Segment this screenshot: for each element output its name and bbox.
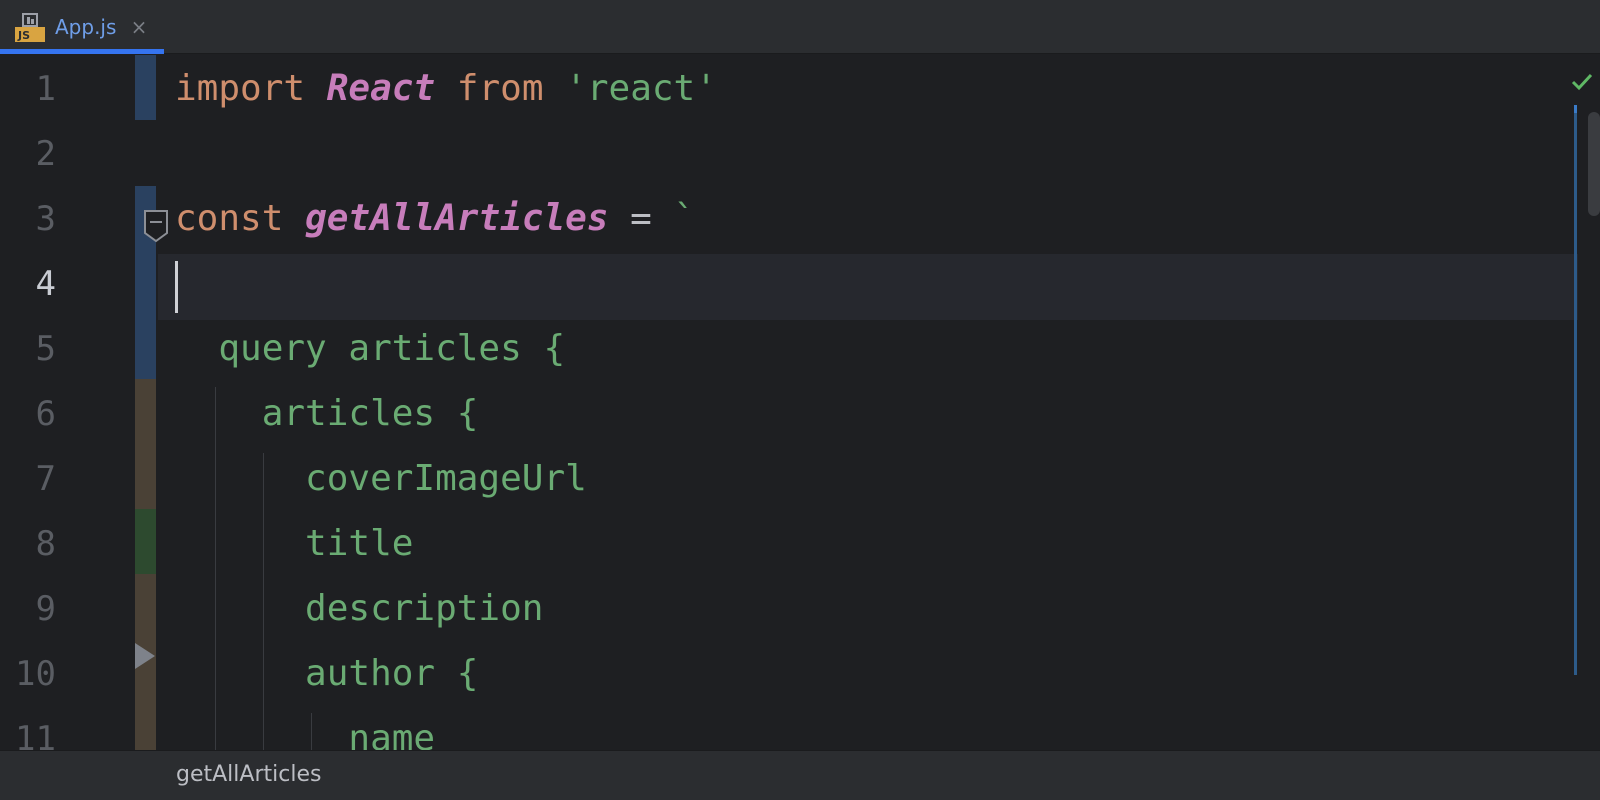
line-number: 7 <box>35 459 56 499</box>
breadcrumb-item-getallarticles[interactable]: getAllArticles <box>176 761 321 789</box>
tab-label: App.js <box>55 15 117 39</box>
line-number: 6 <box>35 394 56 434</box>
vcs-modified-marker[interactable] <box>135 55 156 120</box>
breadcrumb: getAllArticles <box>0 750 1600 800</box>
code-token: query articles { <box>175 328 566 369</box>
code-token: = <box>608 198 674 239</box>
code-line: query articles { <box>175 316 565 382</box>
bookmark-arrow-icon[interactable] <box>133 639 157 673</box>
line-number: 3 <box>35 199 56 239</box>
code-token: articles { <box>175 393 479 434</box>
code-token: ` <box>673 198 696 239</box>
line-number: 4 <box>35 264 56 304</box>
checkmark-icon[interactable] <box>1570 70 1594 94</box>
code-token: author { <box>175 653 479 694</box>
error-stripe-marker[interactable] <box>1574 105 1577 113</box>
code-token: 'react' <box>565 68 717 109</box>
js-file-icon: JS <box>15 13 45 42</box>
code-token: name <box>175 718 436 750</box>
editor-tab-bar: JS App.js × <box>0 0 1600 54</box>
code-token: import <box>175 68 306 109</box>
line-number: 9 <box>35 589 56 629</box>
tab-app-js[interactable]: JS App.js × <box>0 0 164 54</box>
code-line: articles { <box>175 381 479 447</box>
code-token: title <box>175 523 414 564</box>
line-number: 1 <box>35 69 56 109</box>
code-token: const <box>175 198 284 239</box>
code-line: import React from 'react' <box>175 56 717 122</box>
text-caret <box>175 261 178 313</box>
line-number: 2 <box>35 134 56 174</box>
editor-gutter: 1 2 3 4 5 6 7 8 9 10 11 <box>0 55 168 750</box>
code-line: coverImageUrl <box>175 446 587 512</box>
line-number: 8 <box>35 524 56 564</box>
code-token: React <box>326 68 436 109</box>
code-line: description <box>175 576 543 642</box>
code-line: const getAllArticles = ` <box>175 186 695 252</box>
vcs-changed-marker[interactable] <box>135 379 156 509</box>
code-token: from <box>456 68 544 109</box>
code-token: coverImageUrl <box>175 458 587 499</box>
vcs-added-marker[interactable] <box>135 509 156 574</box>
line-number: 5 <box>35 329 56 369</box>
code-line: name <box>175 706 435 750</box>
line-number: 10 <box>15 654 56 694</box>
line-number: 11 <box>15 719 56 750</box>
code-token: getAllArticles <box>305 198 609 239</box>
js-file-icon-label: JS <box>17 29 30 42</box>
close-icon[interactable]: × <box>128 16 150 38</box>
code-area[interactable]: import React from 'react' const getAllArt… <box>158 55 1578 750</box>
code-line: author { <box>175 641 478 707</box>
code-editor[interactable]: 1 2 3 4 5 6 7 8 9 10 11 import React from 'react' c… <box>0 55 1600 750</box>
code-token: description <box>175 588 544 629</box>
error-stripe[interactable] <box>1574 105 1577 675</box>
vertical-scrollbar-thumb[interactable] <box>1588 112 1600 216</box>
code-line: title <box>175 511 413 577</box>
current-line-highlight <box>158 254 1578 320</box>
active-tab-indicator <box>0 49 164 54</box>
